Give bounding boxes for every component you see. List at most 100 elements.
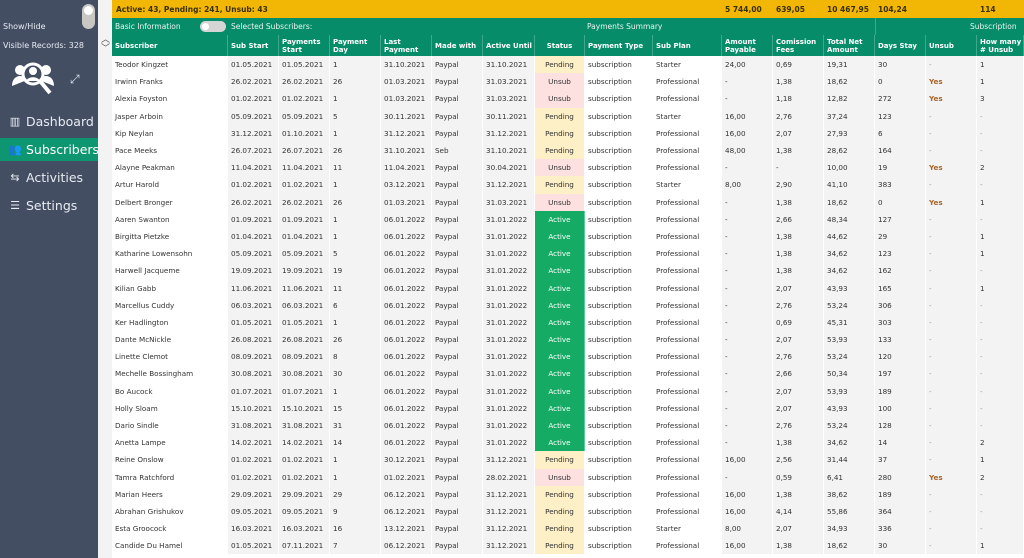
column-header[interactable]: Days Stay <box>875 35 926 56</box>
column-header[interactable]: Status <box>535 35 585 56</box>
table-cell: subscription <box>585 245 653 263</box>
table-cell: - <box>722 331 773 349</box>
table-row[interactable]: Aaren Swanton 01.09.2021 01.09.2021 1 06.01.… <box>112 210 1024 228</box>
table-row[interactable]: Ker Hadlington 01.05.2021 01.05.2021 1 06.01… <box>112 313 1024 331</box>
table-cell: 01.05.2021 <box>228 537 279 555</box>
table-cell: 19,31 <box>824 56 875 74</box>
table-cell: 14.02.2021 <box>228 434 279 452</box>
table-row[interactable]: Artur Harold 01.02.2021 01.02.2021 1 03.12.2… <box>112 176 1024 194</box>
column-header[interactable]: Comission Fees <box>773 35 824 56</box>
sidebar-item-subscribers[interactable]: 👥 Subscribers <box>0 138 102 161</box>
table-cell: Reine Onslow <box>112 451 228 469</box>
table-cell: Professional <box>653 502 722 521</box>
table-row[interactable]: Tamra Ratchford 01.02.2021 01.02.2021 1 01.0… <box>112 468 1024 486</box>
table-row[interactable]: Alexia Foyston 01.02.2021 01.02.2021 1 01.03… <box>112 90 1024 108</box>
table-row[interactable]: Dante McNickle 26.08.2021 26.08.2021 26 06.0… <box>112 331 1024 349</box>
table-cell: 1 <box>330 451 381 469</box>
table-cell: Paypal <box>432 451 483 469</box>
table-cell: 127 <box>875 210 926 228</box>
table-cell: 31.01.2022 <box>483 434 535 452</box>
column-header[interactable]: Made with <box>432 35 483 56</box>
status-badge: Active <box>535 296 585 314</box>
table-cell: Dario Sindle <box>112 416 228 435</box>
table-cell: - <box>977 365 1024 383</box>
table-cell: 29.09.2021 <box>228 485 279 503</box>
column-header[interactable]: Subscriber <box>112 35 228 56</box>
table-cell: Anetta Lampe <box>112 434 228 452</box>
table-cell: 30.11.2021 <box>483 107 535 125</box>
table-row[interactable]: Holly Sloam 15.10.2021 15.10.2021 15 06.01.2… <box>112 399 1024 417</box>
table-row[interactable]: Teodor Kingzet 01.05.2021 01.05.2021 1 31.10… <box>112 56 1024 74</box>
column-header[interactable]: How many # Unsub <box>977 35 1024 56</box>
table-row[interactable]: Alayne Peakman 11.04.2021 11.04.2021 11 11.0… <box>112 159 1024 177</box>
table-cell: Professional <box>653 141 722 160</box>
table-cell: subscription <box>585 90 653 108</box>
sort-chevrons-icon[interactable]: ︿ ﹀ <box>101 36 110 54</box>
table-cell: 37 <box>875 451 926 469</box>
table-row[interactable]: Abrahan Grishukov 09.05.2021 09.05.2021 9 06… <box>112 502 1024 521</box>
table-row[interactable]: Pace Meeks 26.07.2021 26.07.2021 26 31.10.20… <box>112 141 1024 160</box>
table-cell: 2,76 <box>773 416 824 435</box>
expand-icon[interactable]: ⤢ <box>70 72 80 87</box>
table-cell: 6 <box>875 124 926 142</box>
column-header[interactable]: Total Net Amount <box>824 35 875 56</box>
table-row[interactable]: Irwinn Franks 26.02.2021 26.02.2021 26 01.03… <box>112 73 1024 91</box>
column-header[interactable]: Unsub <box>926 35 977 56</box>
table-cell: 06.01.2022 <box>381 399 432 417</box>
table-row[interactable]: Marcellus Cuddy 06.03.2021 06.03.2021 6 06.0… <box>112 296 1024 314</box>
table-row[interactable]: Delbert Bronger 26.02.2021 26.02.2021 26 01.… <box>112 193 1024 211</box>
column-header[interactable]: Active Until <box>483 35 535 56</box>
sidebar-item-dashboard[interactable]: ▥ Dashboard <box>0 110 102 133</box>
table-cell: 1,38 <box>773 537 824 555</box>
table-cell: 01.03.2021 <box>381 73 432 91</box>
table-cell: 31.01.2022 <box>483 210 535 228</box>
table-row[interactable]: Anetta Lampe 14.02.2021 14.02.2021 14 06.01.… <box>112 434 1024 452</box>
column-header[interactable]: Amount Payable <box>722 35 773 56</box>
table-cell: 31.01.2022 <box>483 382 535 400</box>
table-cell: 37,24 <box>824 107 875 125</box>
basic-info-toggle[interactable] <box>200 21 226 32</box>
sidebar-item-activities[interactable]: ⇆ Activities <box>0 166 102 189</box>
table-row[interactable]: Kip Neylan 31.12.2021 01.10.2021 1 31.12.202… <box>112 124 1024 142</box>
table-row[interactable]: Bo Aucock 01.07.2021 01.07.2021 1 06.01.2022… <box>112 382 1024 400</box>
table-row[interactable]: Esta Groocock 16.03.2021 16.03.2021 16 13.12… <box>112 520 1024 538</box>
table-row[interactable]: Marian Heers 29.09.2021 29.09.2021 29 06.12.… <box>112 485 1024 503</box>
show-hide-toggle[interactable] <box>82 4 95 29</box>
column-header[interactable]: Sub Plan <box>653 35 722 56</box>
table-cell: - <box>773 159 824 177</box>
table-cell: 01.02.2021 <box>279 468 330 486</box>
column-header[interactable]: Payments Start <box>279 35 330 56</box>
column-header[interactable]: Payment Type <box>585 35 653 56</box>
table-row[interactable]: Harwell Jacqueme 19.09.2021 19.09.2021 19 06… <box>112 262 1024 280</box>
table-cell: - <box>926 262 977 280</box>
table-cell: - <box>722 73 773 91</box>
status-badge: Active <box>535 416 585 435</box>
table-cell: 9 <box>330 502 381 521</box>
table-cell: 16 <box>330 520 381 538</box>
column-header[interactable]: Last Payment <box>381 35 432 56</box>
table-row[interactable]: Mechelle Bossingham 30.08.2021 30.08.2021 3… <box>112 365 1024 383</box>
table-cell: subscription <box>585 468 653 486</box>
column-header[interactable]: Sub Start <box>228 35 279 56</box>
table-cell: 16.03.2021 <box>228 520 279 538</box>
table-row[interactable]: Candide Du Hamel 01.05.2021 07.11.2021 7 06.… <box>112 537 1024 555</box>
table-cell: 30.12.2021 <box>381 451 432 469</box>
table-cell: 01.03.2021 <box>381 90 432 108</box>
table-cell: - <box>977 141 1024 160</box>
table-row[interactable]: Birgitta Pietzke 01.04.2021 01.04.2021 1 06.… <box>112 227 1024 246</box>
column-header[interactable]: Payment Day <box>330 35 381 56</box>
table-row[interactable]: Kilian Gabb 11.06.2021 11.06.2021 11 06.01.2… <box>112 279 1024 297</box>
table-cell: 31.01.2022 <box>483 313 535 331</box>
table-cell: - <box>926 485 977 503</box>
bar-chart-icon: ▥ <box>9 115 21 128</box>
table-cell: 7 <box>330 537 381 555</box>
table-cell: 06.01.2022 <box>381 434 432 452</box>
sidebar-item-settings[interactable]: ☰ Settings <box>0 194 102 217</box>
table-cell: - <box>722 434 773 452</box>
table-row[interactable]: Dario Sindle 31.08.2021 31.08.2021 31 06.01.… <box>112 416 1024 435</box>
table-row[interactable]: Linette Clemot 08.09.2021 08.09.2021 8 06.01… <box>112 348 1024 366</box>
table-row[interactable]: Katharine Lowensohn 05.09.2021 05.09.2021 5… <box>112 245 1024 263</box>
table-row[interactable]: Reine Onslow 01.02.2021 01.02.2021 1 30.12.2… <box>112 451 1024 469</box>
table-row[interactable]: Jasper Arboin 05.09.2021 05.09.2021 5 30.11.… <box>112 107 1024 125</box>
table-cell: 12,82 <box>824 90 875 108</box>
